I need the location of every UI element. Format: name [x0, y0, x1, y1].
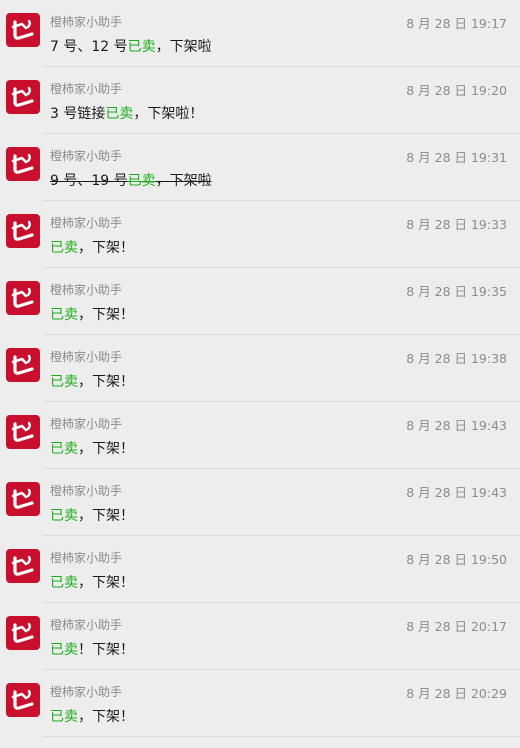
sender-name: 橙柿家小助手 — [50, 350, 123, 364]
message-text-suffix: ，下架！ — [78, 508, 134, 524]
sender-avatar[interactable] — [6, 415, 40, 449]
message-text-suffix: ，下架啦！ — [133, 106, 204, 122]
sold-label: 已卖 — [50, 240, 78, 256]
message-text: 已卖，下架！ — [50, 438, 134, 458]
sold-label: 已卖 — [50, 374, 78, 390]
sold-label: 已卖 — [50, 307, 78, 323]
message-item[interactable]: 橙柿家小助手 8 月 28 日 19:43 已卖，下架！ — [0, 402, 520, 469]
message-time: 8 月 28 日 20:29 — [406, 686, 507, 701]
message-text-prefix: 7 号、12 号 — [50, 39, 128, 55]
brand-logo-icon — [11, 19, 34, 40]
sender-name: 橙柿家小助手 — [50, 216, 123, 230]
brand-logo-icon — [11, 488, 34, 509]
message-time: 8 月 28 日 19:31 — [406, 150, 507, 165]
sender-avatar[interactable] — [6, 281, 40, 315]
brand-logo-icon — [11, 689, 34, 710]
sender-name: 橙柿家小助手 — [50, 551, 123, 565]
message-text-suffix: ，下架！ — [78, 575, 134, 591]
sender-avatar[interactable] — [6, 616, 40, 650]
message-text-suffix: ，下架啦 — [155, 173, 212, 189]
message-item[interactable]: 橙柿家小助手 8 月 28 日 19:43 已卖，下架！ — [0, 469, 520, 536]
message-item[interactable]: 橙柿家小助手 8 月 28 日 20:17 已卖！下架！ — [0, 603, 520, 670]
message-text: 已卖，下架！ — [50, 706, 134, 726]
message-text: 已卖，下架！ — [50, 505, 134, 525]
brand-logo-icon — [11, 287, 34, 308]
sender-name: 橙柿家小助手 — [50, 149, 123, 163]
message-item[interactable]: 橙柿家小助手 8 月 28 日 19:38 已卖，下架！ — [0, 335, 520, 402]
sender-avatar[interactable] — [6, 549, 40, 583]
sold-label: 已卖 — [105, 106, 134, 122]
message-time: 8 月 28 日 19:50 — [406, 552, 507, 567]
message-text-suffix: ，下架！ — [78, 441, 134, 457]
message-item[interactable]: 橙柿家小助手 8 月 28 日 19:31 9 号、19 号已卖，下架啦 — [0, 134, 520, 201]
sender-name: 橙柿家小助手 — [50, 15, 123, 29]
sold-label: 已卖 — [50, 642, 78, 658]
message-text-suffix: ，下架！ — [78, 709, 134, 725]
message-time: 8 月 28 日 19:35 — [406, 284, 507, 299]
sold-label: 已卖 — [127, 173, 156, 189]
message-time: 8 月 28 日 19:17 — [406, 16, 507, 31]
message-item[interactable]: 橙柿家小助手 8 月 28 日 19:33 已卖，下架！ — [0, 201, 520, 268]
sender-avatar[interactable] — [6, 214, 40, 248]
sender-name: 橙柿家小助手 — [50, 484, 123, 498]
message-item[interactable]: 橙柿家小助手 8 月 28 日 19:20 3 号链接已卖，下架啦！ — [0, 67, 520, 134]
message-text-suffix: ，下架！ — [78, 374, 134, 390]
message-text: 已卖，下架！ — [50, 237, 134, 257]
message-time: 8 月 28 日 19:38 — [406, 351, 507, 366]
brand-logo-icon — [11, 86, 34, 107]
sender-avatar[interactable] — [6, 80, 40, 114]
message-text: 已卖，下架！ — [50, 304, 134, 324]
sender-name: 橙柿家小助手 — [50, 283, 123, 297]
message-text: 9 号、19 号已卖，下架啦 — [50, 170, 212, 190]
message-time: 8 月 28 日 20:17 — [406, 619, 507, 634]
brand-logo-icon — [11, 153, 34, 174]
sold-label: 已卖 — [50, 709, 78, 725]
message-text-suffix: ，下架！ — [78, 307, 134, 323]
sender-avatar[interactable] — [6, 683, 40, 717]
message-item[interactable]: 橙柿家小助手 8 月 28 日 19:35 已卖，下架！ — [0, 268, 520, 335]
message-time: 8 月 28 日 19:33 — [406, 217, 507, 232]
message-text-suffix: ！下架！ — [78, 642, 134, 658]
message-text-suffix: ，下架啦 — [155, 39, 212, 55]
sender-avatar[interactable] — [6, 13, 40, 47]
sold-label: 已卖 — [50, 508, 78, 524]
sender-name: 橙柿家小助手 — [50, 417, 123, 431]
message-item[interactable]: 橙柿家小助手 8 月 28 日 19:50 已卖，下架！ — [0, 536, 520, 603]
message-text-suffix: ，下架！ — [78, 240, 134, 256]
sold-label: 已卖 — [50, 575, 78, 591]
sender-name: 橙柿家小助手 — [50, 82, 123, 96]
message-text: 3 号链接已卖，下架啦！ — [50, 103, 203, 123]
sender-avatar[interactable] — [6, 147, 40, 181]
message-time: 8 月 28 日 19:43 — [406, 418, 507, 433]
brand-logo-icon — [11, 555, 34, 576]
message-item[interactable]: 橙柿家小助手 8 月 28 日 19:17 7 号、12 号已卖，下架啦 — [0, 0, 520, 67]
sender-avatar[interactable] — [6, 482, 40, 516]
message-text-prefix: 9 号、19 号 — [50, 173, 128, 189]
brand-logo-icon — [11, 622, 34, 643]
message-text: 7 号、12 号已卖，下架啦 — [50, 36, 212, 56]
message-text: 已卖！下架！ — [50, 639, 134, 659]
message-text: 已卖，下架！ — [50, 572, 134, 592]
message-item[interactable]: 橙柿家小助手 8 月 28 日 20:29 已卖，下架！ — [0, 670, 520, 737]
message-time: 8 月 28 日 19:43 — [406, 485, 507, 500]
sender-name: 橙柿家小助手 — [50, 618, 123, 632]
message-list: 橙柿家小助手 8 月 28 日 19:17 7 号、12 号已卖，下架啦 橙柿家… — [0, 0, 520, 748]
message-time: 8 月 28 日 19:20 — [406, 83, 507, 98]
sender-name: 橙柿家小助手 — [50, 685, 123, 699]
brand-logo-icon — [11, 220, 34, 241]
sender-avatar[interactable] — [6, 348, 40, 382]
brand-logo-icon — [11, 354, 34, 375]
divider — [43, 736, 520, 737]
message-text-prefix: 3 号链接 — [50, 106, 106, 122]
sold-label: 已卖 — [50, 441, 78, 457]
message-text: 已卖，下架！ — [50, 371, 134, 391]
sold-label: 已卖 — [127, 39, 156, 55]
brand-logo-icon — [11, 421, 34, 442]
